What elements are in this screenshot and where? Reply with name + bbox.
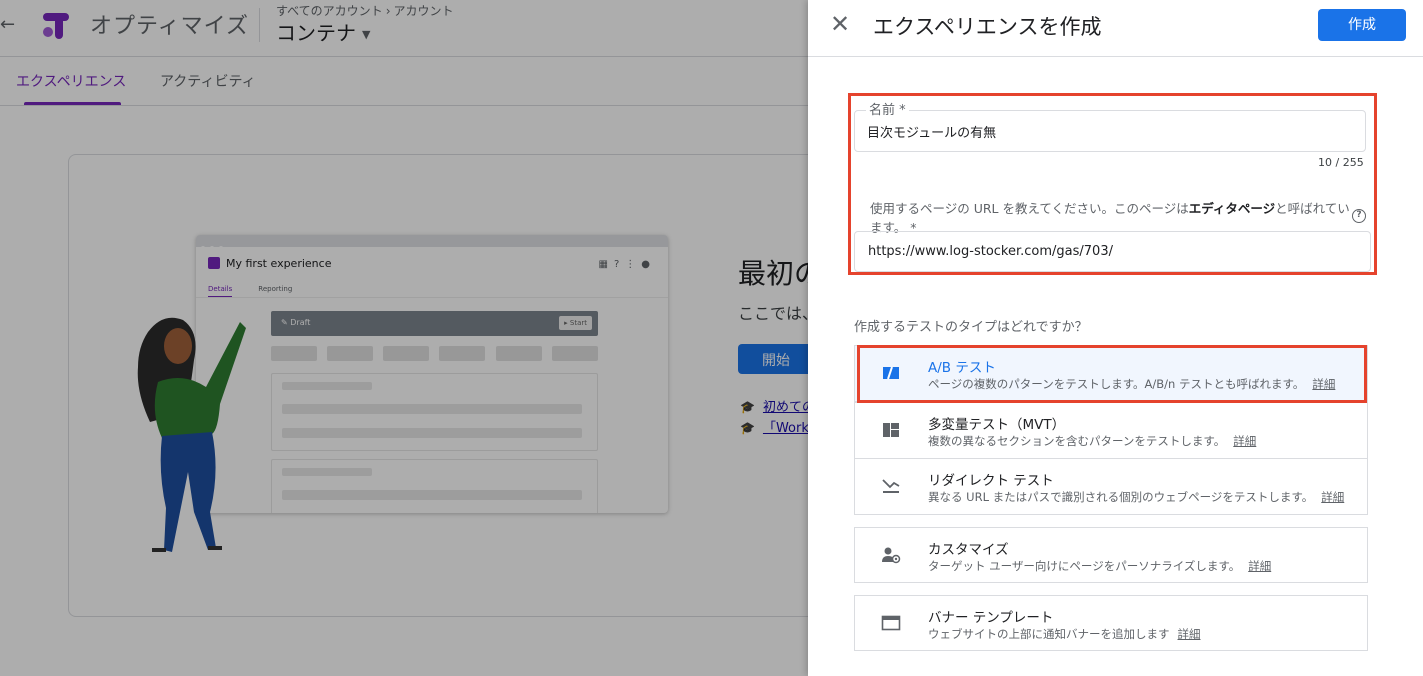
annotation-highlight-fields — [848, 93, 1377, 275]
test-type-question: 作成するテストのタイプはどれですか？ — [854, 320, 1088, 335]
type-name: リダイレクト テスト — [928, 473, 1054, 489]
type-card-personalization[interactable]: カスタマイズ ターゲット ユーザー向けにページをパーソナライズします。 詳細 — [854, 527, 1368, 583]
redirect-icon — [882, 479, 900, 493]
mvt-icon — [883, 423, 899, 437]
annotation-highlight-ab — [857, 345, 1367, 403]
type-card-banner[interactable]: バナー テンプレート ウェブサイトの上部に通知バナーを追加します 詳細 — [854, 595, 1368, 651]
type-name: 多変量テスト（MVT） — [928, 417, 1066, 433]
detail-link[interactable]: 詳細 — [1248, 559, 1271, 573]
close-icon[interactable]: ✕ — [830, 12, 850, 36]
banner-icon — [881, 615, 901, 631]
type-desc: 異なる URL またはパスで識別される個別のウェブページをテストします。 詳細 — [928, 490, 1345, 504]
create-experience-panel: ✕ エクスペリエンスを作成 作成 目次モジュールの有無 名前 * 10 / 25… — [808, 0, 1423, 676]
modal-scrim[interactable] — [0, 0, 808, 676]
create-button[interactable]: 作成 — [1318, 9, 1406, 41]
detail-link[interactable]: 詳細 — [1233, 434, 1256, 448]
type-desc: ウェブサイトの上部に通知バナーを追加します 詳細 — [928, 627, 1201, 641]
detail-link[interactable]: 詳細 — [1178, 627, 1201, 641]
panel-header: ✕ エクスペリエンスを作成 作成 — [808, 0, 1423, 57]
panel-title: エクスペリエンスを作成 — [873, 15, 1102, 39]
personalize-icon — [882, 547, 901, 564]
type-card-mvt[interactable]: 多変量テスト（MVT） 複数の異なるセクションを含むパターンをテストします。 詳細 — [854, 402, 1368, 459]
type-desc: ターゲット ユーザー向けにページをパーソナライズします。 詳細 — [928, 559, 1272, 573]
type-card-redirect[interactable]: リダイレクト テスト 異なる URL またはパスで識別される個別のウェブページを… — [854, 458, 1368, 515]
type-desc: 複数の異なるセクションを含むパターンをテストします。 詳細 — [928, 434, 1257, 448]
type-name: バナー テンプレート — [928, 610, 1054, 626]
detail-link[interactable]: 詳細 — [1321, 490, 1344, 504]
type-name: カスタマイズ — [928, 542, 1009, 558]
